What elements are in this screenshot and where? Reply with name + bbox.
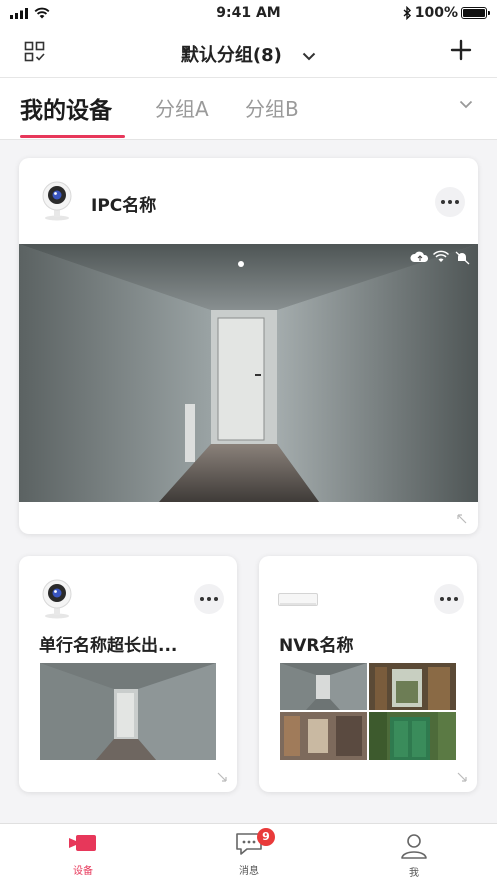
device-more-button[interactable] — [435, 187, 465, 217]
tabbar-item-devices[interactable]: 设备 — [43, 832, 123, 877]
chevron-down-icon — [302, 52, 316, 60]
tab-group-a[interactable]: 分组A — [155, 93, 209, 122]
device-more-button[interactable] — [434, 584, 464, 614]
tabs-expand-chevron-icon[interactable] — [459, 100, 473, 109]
tabbar-item-me[interactable]: 我 — [374, 832, 454, 879]
device-name: 单行名称超长出... — [39, 636, 178, 656]
user-icon — [401, 834, 427, 859]
device-card-nvr[interactable]: NVR名称 — [259, 556, 477, 792]
tab-my-devices[interactable]: 我的设备 — [20, 91, 112, 125]
nav-bar: 默认分组(8) — [0, 28, 497, 78]
tab-group-b[interactable]: 分组B — [245, 93, 299, 122]
channel-preview[interactable] — [280, 712, 367, 760]
channel-preview[interactable] — [369, 712, 456, 760]
group-title: 默认分组(8) — [180, 45, 282, 66]
tabbar-item-messages[interactable]: 9 消息 — [209, 828, 289, 877]
camera-tab-icon — [69, 835, 96, 851]
fullscreen-expand-icon[interactable] — [457, 772, 467, 782]
nvr-device-icon — [278, 593, 318, 606]
bluetooth-icon — [403, 6, 411, 20]
camera-preview[interactable] — [19, 244, 478, 502]
fullscreen-expand-icon[interactable] — [217, 772, 227, 782]
fullscreen-expand-icon[interactable] — [457, 514, 467, 524]
tabbar-label: 设备 — [73, 866, 93, 877]
nvr-channel-grid[interactable] — [280, 663, 456, 760]
camera-device-icon — [42, 579, 72, 619]
device-more-button[interactable] — [194, 584, 224, 614]
camera-device-icon — [42, 181, 72, 221]
unread-badge: 9 — [257, 828, 275, 846]
bottom-tab-bar: 设备 9 消息 我 — [0, 823, 497, 883]
device-name: IPC名称 — [91, 196, 157, 216]
active-tab-indicator — [20, 135, 125, 138]
camera-preview[interactable] — [40, 663, 216, 760]
add-device-button[interactable] — [449, 38, 473, 62]
battery-percent: 100% — [414, 5, 458, 21]
channel-preview[interactable] — [369, 663, 456, 710]
device-name: NVR名称 — [279, 636, 354, 656]
group-tabs: 我的设备 分组A 分组B — [0, 78, 497, 140]
device-card-ipc[interactable]: IPC名称 — [19, 158, 478, 534]
status-bar: 9:41 AM 100% — [0, 0, 497, 28]
battery-icon — [461, 7, 490, 19]
tabbar-label: 消息 — [239, 866, 259, 877]
status-right: 100% — [403, 5, 490, 21]
device-card-ipc-2[interactable]: 单行名称超长出... — [19, 556, 237, 792]
group-selector[interactable]: 默认分组(8) — [0, 41, 497, 67]
channel-preview[interactable] — [280, 663, 367, 710]
tabbar-label: 我 — [409, 868, 419, 879]
